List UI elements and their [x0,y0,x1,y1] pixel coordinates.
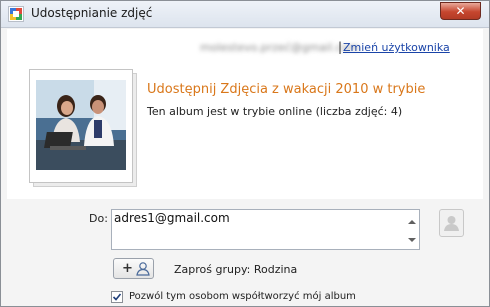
add-people-button[interactable]: + [113,258,154,279]
allow-collaboration-label: Pozwól tym osobom współtworzyć mój album [129,291,356,302]
recipients-field[interactable]: adres1@gmail.com [111,209,420,250]
to-label: Do: [89,212,108,225]
contacts-button[interactable] [439,209,464,237]
recipients-value: adres1@gmail.com [114,211,230,225]
plus-icon: + [122,261,133,276]
allow-collaboration-checkbox[interactable] [111,291,123,303]
share-header-panel: molestevo.przeć@gmail.com | Zmień użytko… [7,29,483,199]
album-thumbnail [29,69,137,187]
album-cover-photo [36,80,126,170]
scroll-up-arrow-icon[interactable] [408,220,416,224]
scroll-down-arrow-icon[interactable] [408,238,416,242]
separator: | [338,40,343,54]
share-photos-dialog: Udostępnianie zdjęć ✕ molestevo.przeć@gm… [0,0,490,307]
invite-groups-text: Zaproś grupy: Rodzina [174,263,298,276]
contact-person-icon [444,216,459,231]
change-user-link[interactable]: Zmień użytkownika [343,41,450,54]
account-email: molestevo.przeć@gmail.com [200,41,360,54]
album-share-title: Udostępnij Zdjęcia z wakacji 2010 w tryb… [147,82,426,97]
album-status: Ten album jest w trybie online (liczba z… [147,105,403,118]
window-title: Udostępnianie zdjęć [31,6,153,20]
add-person-icon [136,262,150,276]
check-icon [112,293,122,301]
close-icon: ✕ [455,4,466,18]
close-button[interactable]: ✕ [440,2,481,20]
title-bar: Udostępnianie zdjęć ✕ [1,1,489,28]
recipients-scrollbar[interactable] [405,210,419,249]
picasa-icon [8,6,24,22]
